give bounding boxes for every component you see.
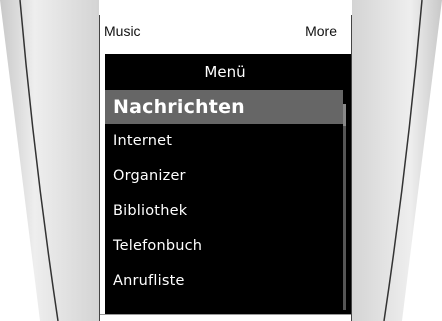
- menu-item-nachrichten[interactable]: Nachrichten: [105, 90, 343, 124]
- menu-item-organizer[interactable]: Organizer: [105, 159, 343, 194]
- scrollbar[interactable]: [343, 104, 346, 310]
- softkey-bar: Music More: [100, 15, 351, 45]
- menu-list: Nachrichten Internet Organizer Bibliothe…: [105, 90, 343, 299]
- menu-item-bibliothek[interactable]: Bibliothek: [105, 194, 343, 229]
- softkey-more[interactable]: More: [305, 23, 337, 39]
- menu-item-anrufliste[interactable]: Anrufliste: [105, 264, 343, 299]
- scroll-thumb[interactable]: [343, 104, 346, 126]
- bottom-bar: [100, 314, 351, 321]
- menu-screen: Menü Nachrichten Internet Organizer Bibl…: [105, 54, 351, 314]
- phone-display: Music More Menü Nachrichten Internet Org…: [99, 15, 352, 321]
- softkey-music[interactable]: Music: [104, 23, 141, 39]
- menu-title: Menü: [204, 63, 246, 81]
- menu-item-telefonbuch[interactable]: Telefonbuch: [105, 229, 343, 264]
- menu-item-internet[interactable]: Internet: [105, 124, 343, 159]
